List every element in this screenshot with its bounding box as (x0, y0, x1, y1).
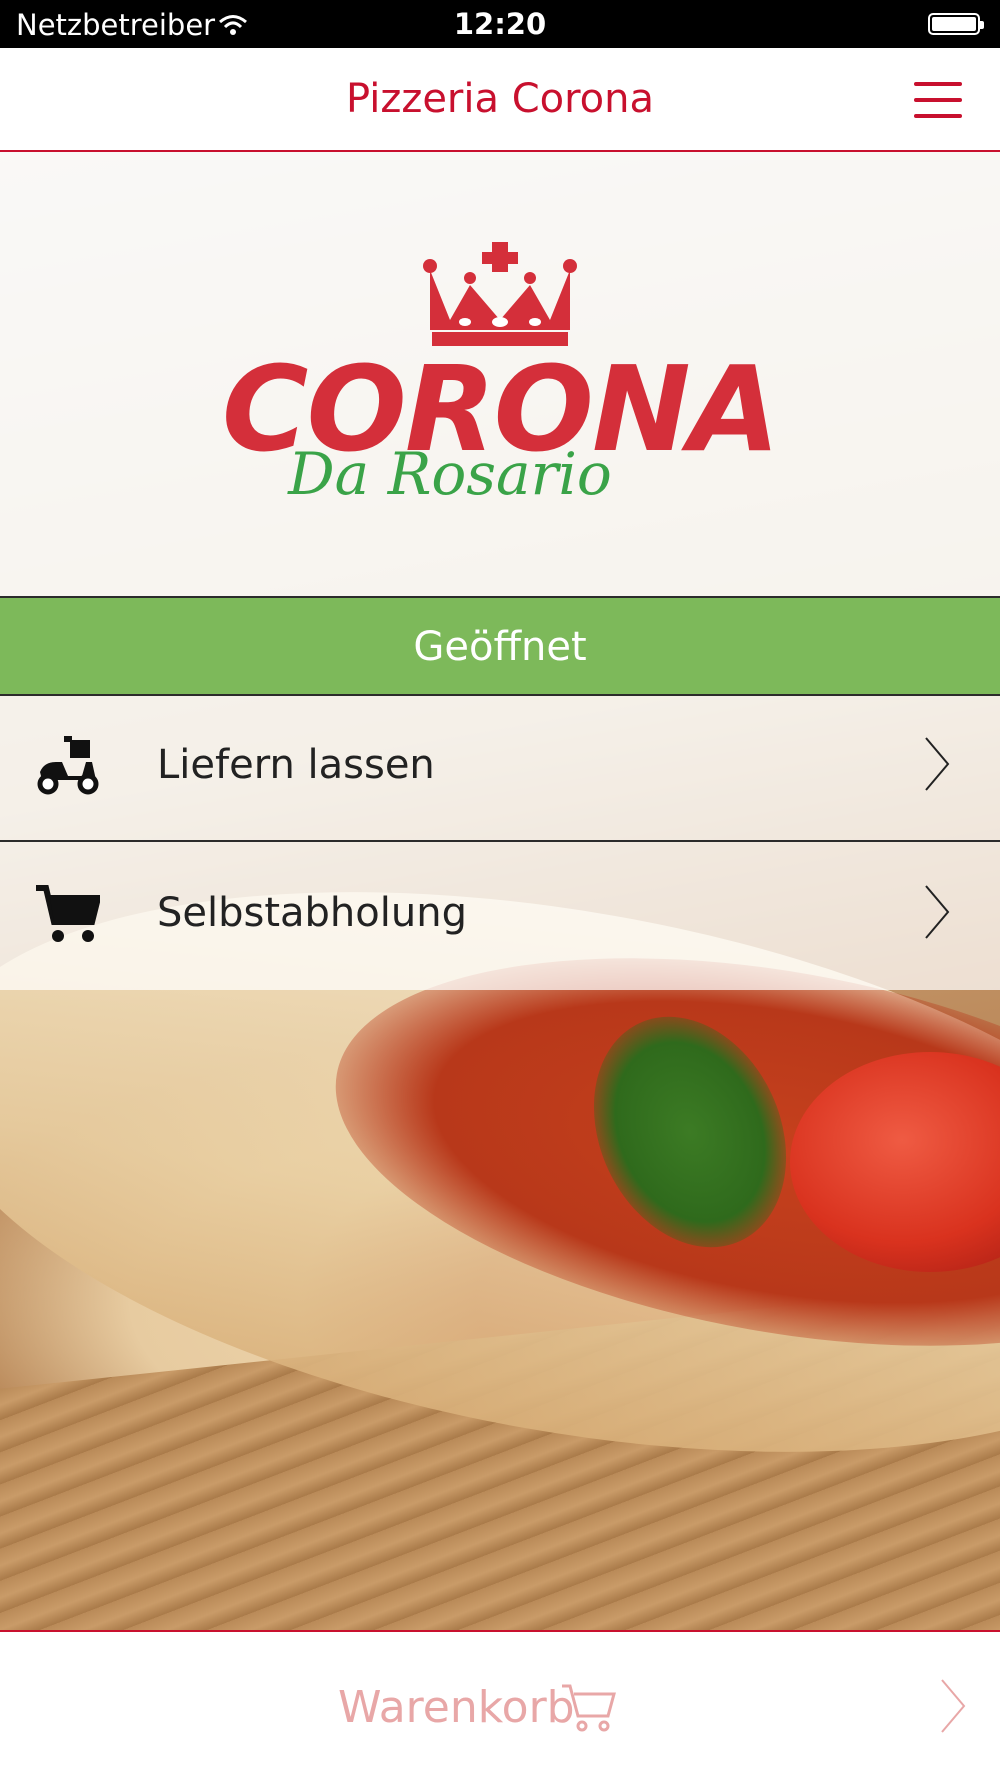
option-pickup[interactable]: Selbstabholung (0, 844, 1000, 990)
hamburger-menu-icon[interactable] (914, 82, 962, 118)
clock: 12:20 (453, 7, 547, 41)
delivery-scooter-icon (37, 736, 99, 795)
chevron-right-icon (941, 1679, 966, 1733)
chevron-right-icon (925, 885, 950, 939)
logo-subtitle: Da Rosario (288, 440, 612, 508)
option-pickup-label: Selbstabholung (157, 890, 467, 936)
option-delivery-label: Liefern lassen (157, 742, 435, 788)
option-delivery[interactable]: Liefern lassen (0, 696, 1000, 842)
restaurant-logo: CORONA Da Rosario (0, 240, 1000, 508)
nav-bar: Pizzeria Corona (0, 48, 1000, 152)
cart-label: Warenkorb (338, 1682, 575, 1733)
page-title: Pizzeria Corona (345, 76, 655, 122)
chevron-right-icon (925, 737, 950, 791)
shopping-cart-icon (562, 1684, 616, 1732)
shopping-cart-icon (36, 885, 100, 942)
cart-bar[interactable]: Warenkorb (0, 1630, 1000, 1778)
battery-icon (928, 13, 984, 35)
status-bar: Netzbetreiber 12:20 (0, 0, 1000, 48)
crown-icon (423, 242, 577, 346)
open-status-bar: Geöffnet (0, 596, 1000, 696)
open-status-label: Geöffnet (413, 624, 587, 670)
